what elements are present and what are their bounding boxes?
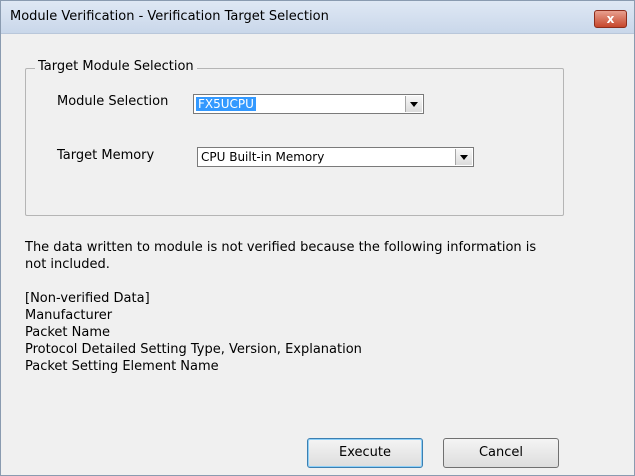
verification-dialog: Module Verification - Verification Targe… <box>0 0 635 476</box>
list-item: Packet Name <box>25 325 111 340</box>
target-memory-dropdown[interactable]: CPU Built-in Memory <box>197 147 474 167</box>
non-verified-heading: [Non-verified Data] <box>25 291 150 306</box>
target-memory-label: Target Memory <box>57 148 155 163</box>
close-icon: x <box>606 12 615 26</box>
module-selection-dropdown[interactable]: FX5UCPU <box>193 94 424 114</box>
execute-button[interactable]: Execute <box>307 438 423 468</box>
chevron-down-icon[interactable] <box>405 96 422 112</box>
module-selection-label: Module Selection <box>57 94 169 109</box>
group-legend: Target Module Selection <box>35 59 197 74</box>
list-item: Manufacturer <box>25 308 113 323</box>
list-item: Protocol Detailed Setting Type, Version,… <box>25 342 362 357</box>
message-line: not included. <box>25 257 110 272</box>
target-module-group <box>25 68 564 216</box>
window-title: Module Verification - Verification Targe… <box>10 9 329 24</box>
module-selection-value: FX5UCPU <box>196 97 256 111</box>
message-line: The data written to module is not verifi… <box>25 240 537 255</box>
title-bar[interactable]: Module Verification - Verification Targe… <box>1 1 634 34</box>
list-item: Packet Setting Element Name <box>25 359 219 374</box>
close-button[interactable]: x <box>594 10 627 28</box>
info-message: The data written to module is not verifi… <box>25 239 595 375</box>
cancel-button[interactable]: Cancel <box>443 438 559 468</box>
chevron-down-icon[interactable] <box>455 149 472 165</box>
target-memory-value: CPU Built-in Memory <box>201 150 325 164</box>
